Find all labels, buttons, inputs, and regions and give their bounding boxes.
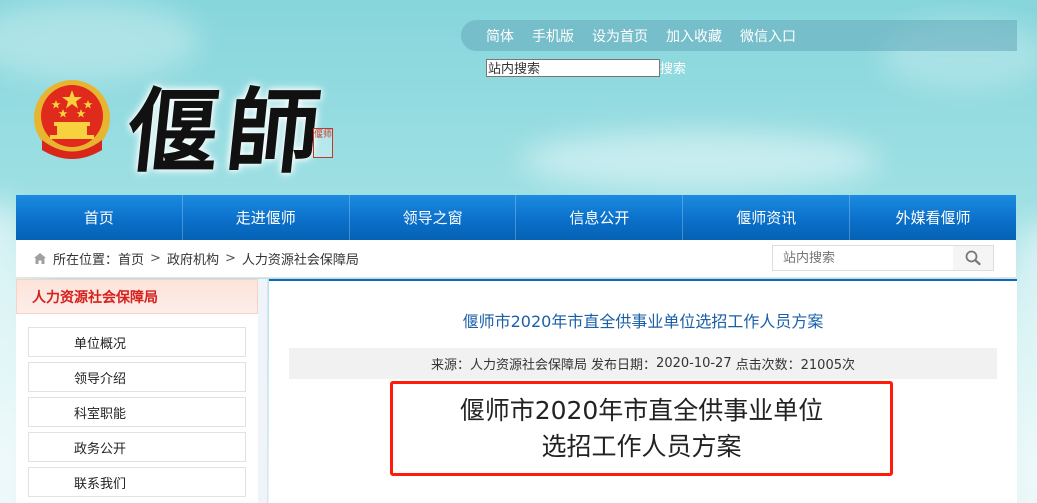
top-search-input[interactable] (486, 58, 660, 77)
sidebar: 人力资源社会保障局 单位概况 领导介绍 科室职能 政务公开 联系我们 (16, 279, 258, 503)
national-emblem-icon (34, 80, 110, 159)
background-cloud (520, 130, 880, 190)
article-meta: 来源： 人力资源社会保障局 发布日期： 2020-10-27 点击次数： 210… (289, 348, 997, 379)
article-panel: 偃师市2020年市直全供事业单位选招工作人员方案 来源： 人力资源社会保障局 发… (269, 279, 1017, 503)
nav-item-home[interactable]: 首页 (16, 195, 183, 240)
nav-item-media[interactable]: 外媒看偃师 (850, 195, 1016, 240)
headline-line-1: 偃师市2020年市直全供事业单位 (459, 395, 824, 425)
top-link-bookmark[interactable]: 加入收藏 (666, 26, 722, 46)
article-title: 偃师市2020年市直全供事业单位选招工作人员方案 (462, 312, 824, 331)
site-search-button[interactable] (953, 246, 993, 270)
meta-source-label: 来源： (431, 358, 471, 373)
sidebar-item-departments[interactable]: 科室职能 (28, 397, 246, 427)
breadcrumb-label: 所在位置： (53, 253, 119, 268)
main-nav: 首页 走进偃师 领导之窗 信息公开 偃师资讯 外媒看偃师 (16, 195, 1016, 240)
breadcrumb-home[interactable]: 首页 (118, 249, 144, 268)
sidebar-item-gov-affairs[interactable]: 政务公开 (28, 432, 246, 462)
top-search: 搜索 (486, 58, 686, 77)
site-search (772, 245, 994, 271)
top-link-wechat[interactable]: 微信入口 (740, 26, 796, 46)
home-icon (34, 253, 46, 264)
nav-item-leaders[interactable]: 领导之窗 (350, 195, 517, 240)
highlighted-headline: 偃师市2020年市直全供事业单位 选招工作人员方案 (390, 381, 893, 476)
top-search-button[interactable]: 搜索 (660, 58, 686, 77)
meta-views: 21005次 (800, 358, 855, 373)
sidebar-menu: 单位概况 领导介绍 科室职能 政务公开 联系我们 (16, 314, 258, 497)
meta-date: 2020-10-27 (656, 356, 732, 371)
nav-item-about[interactable]: 走进偃师 (183, 195, 350, 240)
breadcrumb-gov-agencies[interactable]: 政府机构 (167, 249, 219, 268)
sidebar-item-contact[interactable]: 联系我们 (28, 467, 246, 497)
meta-date-label: 发布日期： (591, 358, 657, 373)
site-logo: 偃師 (121, 78, 333, 186)
breadcrumb: 所在位置： 首页 > 政府机构 > 人力资源社会保障局 (16, 240, 1016, 278)
meta-source: 人力资源社会保障局 (470, 358, 588, 373)
sidebar-title: 人力资源社会保障局 (16, 279, 258, 314)
top-link-set-homepage[interactable]: 设为首页 (592, 26, 648, 46)
sidebar-item-leaders[interactable]: 领导介绍 (28, 362, 246, 392)
nav-item-info-disclosure[interactable]: 信息公开 (516, 195, 684, 240)
logo-seal: 偃师 (313, 128, 333, 158)
top-link-simplified[interactable]: 简体 (486, 26, 514, 46)
top-link-mobile[interactable]: 手机版 (532, 26, 574, 46)
breadcrumb-separator: > (150, 251, 161, 266)
breadcrumb-separator: > (224, 251, 236, 266)
top-links-bar: 简体 手机版 设为首页 加入收藏 微信入口 (461, 20, 1017, 51)
search-icon (965, 250, 981, 266)
column-divider (258, 279, 268, 503)
headline-line-2: 选招工作人员方案 (541, 431, 742, 461)
breadcrumb-current[interactable]: 人力资源社会保障局 (242, 249, 359, 268)
sidebar-item-overview[interactable]: 单位概况 (28, 327, 246, 357)
meta-views-label: 点击次数： (735, 358, 801, 373)
site-search-input[interactable] (773, 246, 953, 270)
nav-item-news[interactable]: 偃师资讯 (683, 195, 851, 240)
